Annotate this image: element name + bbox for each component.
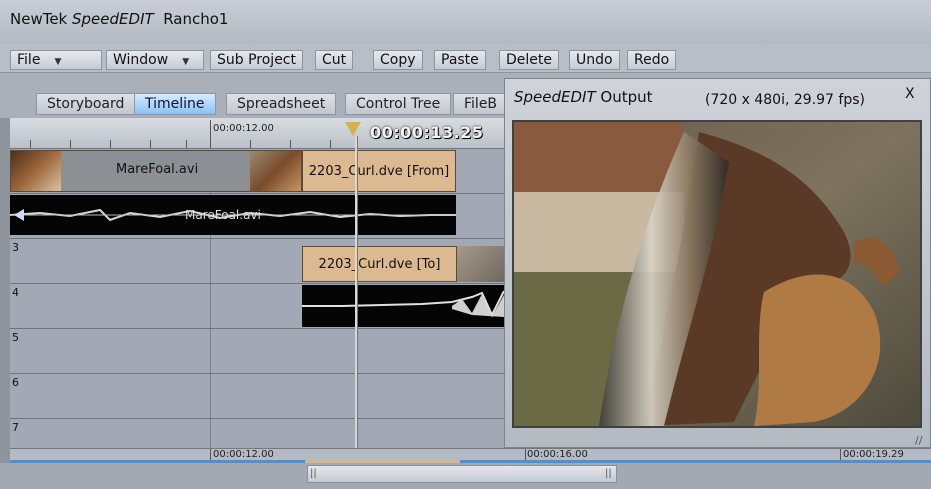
bottom-time-label: 00:00:16.00 (527, 449, 588, 460)
scroll-handle-right[interactable]: || (605, 468, 612, 479)
audio-clip[interactable] (302, 285, 504, 327)
track-number: 7 (12, 421, 19, 434)
preview-title: SpeedEDIT Output (514, 88, 653, 106)
preview-resolution: (720 x 480i, 29.97 fps) (705, 92, 865, 108)
track-number: 5 (12, 331, 19, 344)
tab-timeline[interactable]: Timeline (134, 93, 216, 115)
window-title: NewTek SpeedEDIT Rancho1 (10, 10, 229, 28)
chevron-down-icon: ▼ (182, 57, 190, 67)
track-7[interactable]: 7 (10, 418, 505, 449)
tab-control-tree[interactable]: Control Tree (345, 93, 452, 115)
tab-spreadsheet[interactable]: Spreadsheet (226, 93, 337, 115)
tab-storyboard[interactable]: Storyboard (36, 93, 136, 115)
clip-label: MareFoal.avi (116, 162, 199, 177)
track-number: 6 (12, 376, 19, 389)
track-number: 4 (12, 286, 19, 299)
paste-button[interactable]: Paste (434, 50, 486, 70)
title-bar: NewTek SpeedEDIT Rancho1 (0, 0, 931, 45)
video-frame-image (514, 122, 920, 426)
transition-clip-to[interactable]: 2203_Curl.dve [To] (302, 246, 457, 282)
horizontal-scrollbar[interactable] (307, 465, 617, 483)
redo-button[interactable]: Redo (627, 50, 677, 70)
cut-button[interactable]: Cut (315, 50, 354, 70)
clip-thumbnail (11, 151, 61, 191)
sub-project-button[interactable]: Sub Project (210, 50, 303, 70)
chevron-down-icon: ▼ (54, 57, 62, 67)
ruler-time-label: 00:00:12.00 (213, 123, 274, 134)
resize-grip-icon[interactable]: // (915, 434, 922, 447)
bottom-time-label: 00:00:12.00 (213, 449, 274, 460)
clip-thumbnail (250, 151, 301, 191)
clip-thumbnail (457, 246, 504, 282)
playhead-line[interactable] (355, 136, 357, 462)
close-icon[interactable]: X (905, 86, 915, 102)
transition-clip-from[interactable]: 2203_Curl.dve [From] (302, 150, 456, 192)
window-menu[interactable]: Window ▼ (106, 50, 204, 70)
copy-button[interactable]: Copy (373, 50, 423, 70)
current-time: 00:00:13.25 (370, 123, 484, 142)
audio-clip-marefoal[interactable]: MareFoal.avi (10, 195, 456, 235)
file-menu[interactable]: File ▼ (10, 50, 102, 70)
clip-label: MareFoal.avi (185, 208, 261, 222)
undo-button[interactable]: Undo (569, 50, 620, 70)
track-number: 3 (12, 241, 19, 254)
delete-button[interactable]: Delete (499, 50, 559, 70)
tab-filebin[interactable]: FileB (453, 93, 509, 115)
playhead-marker[interactable] (345, 122, 361, 136)
track-5[interactable]: 5 (10, 328, 505, 374)
video-frame (512, 120, 922, 428)
bottom-time-label: 00:00:19.29 (843, 449, 904, 460)
waveform (302, 290, 504, 318)
scroll-handle-left[interactable]: || (310, 468, 317, 479)
track-6[interactable]: 6 (10, 373, 505, 419)
